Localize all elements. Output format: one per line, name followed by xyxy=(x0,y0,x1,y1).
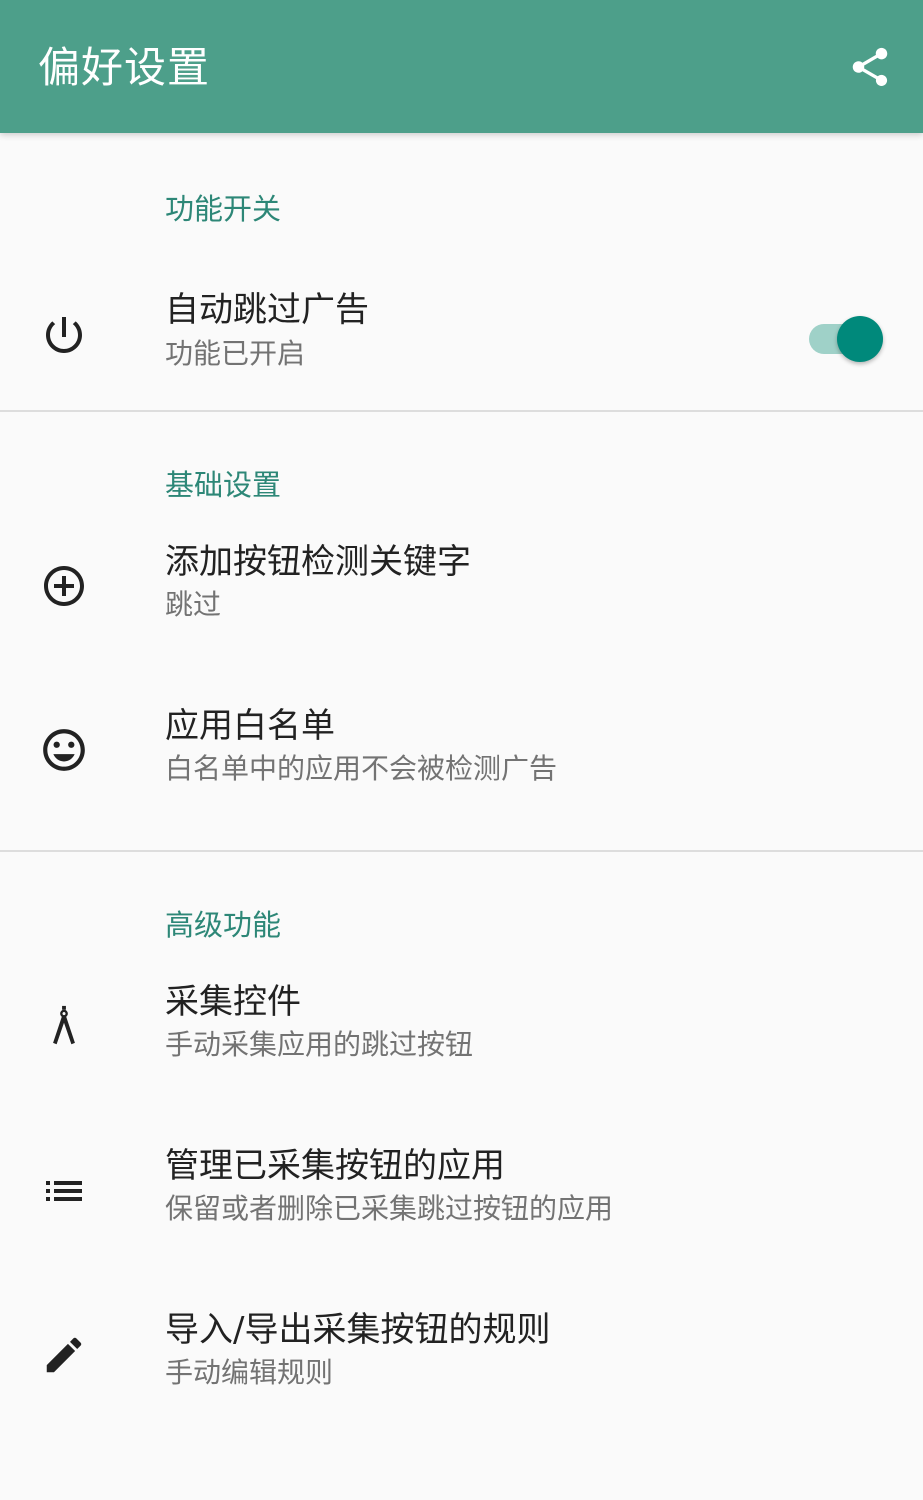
category-header: 高级功能 xyxy=(165,908,282,942)
pref-summary: 功能已开启 xyxy=(165,337,306,370)
app-toolbar: 偏好设置 xyxy=(0,0,923,133)
compass-icon xyxy=(38,1001,90,1053)
pref-title: 应用白名单 xyxy=(165,706,335,746)
pref-collect-widgets[interactable]: 采集控件 手动采集应用的跳过按钮 xyxy=(0,982,923,1156)
category-advanced: 高级功能 xyxy=(0,852,923,992)
page-title: 偏好设置 xyxy=(38,43,211,92)
category-basic-settings: 基础设置 xyxy=(0,412,923,552)
category-header: 功能开关 xyxy=(165,192,282,226)
pref-title: 管理已采集按钮的应用 xyxy=(165,1146,505,1186)
add-circle-icon xyxy=(38,560,90,612)
pref-whitelist[interactable]: 应用白名单 白名单中的应用不会被检测广告 xyxy=(0,706,923,850)
pref-title: 自动跳过广告 xyxy=(165,290,369,330)
category-header: 基础设置 xyxy=(165,468,282,502)
share-icon xyxy=(852,47,888,87)
pref-summary: 保留或者删除已采集跳过按钮的应用 xyxy=(165,1192,614,1225)
switch-thumb xyxy=(837,316,883,362)
category-feature-switch: 功能开关 xyxy=(0,133,923,281)
pref-add-keyword[interactable]: 添加按钮检测关键字 跳过 xyxy=(0,542,923,716)
pencil-icon xyxy=(38,1329,90,1381)
pref-import-export-rules[interactable]: 导入/导出采集按钮的规则 手动编辑规则 xyxy=(0,1310,923,1484)
power-icon xyxy=(38,309,90,361)
pref-summary: 白名单中的应用不会被检测广告 xyxy=(165,752,558,785)
auto-skip-toggle[interactable] xyxy=(807,314,883,364)
smiley-icon xyxy=(38,724,90,776)
pref-title: 添加按钮检测关键字 xyxy=(165,542,471,582)
pref-summary: 手动采集应用的跳过按钮 xyxy=(165,1028,474,1061)
pref-title: 导入/导出采集按钮的规则 xyxy=(165,1310,551,1350)
list-icon xyxy=(38,1165,90,1217)
pref-manage-apps[interactable]: 管理已采集按钮的应用 保留或者删除已采集跳过按钮的应用 xyxy=(0,1146,923,1320)
share-button[interactable] xyxy=(839,36,901,98)
pref-summary: 手动编辑规则 xyxy=(165,1356,334,1389)
pref-auto-skip-ads[interactable]: 自动跳过广告 功能已开启 xyxy=(0,281,923,410)
pref-summary: 跳过 xyxy=(165,588,222,621)
preferences-screen: 偏好设置 功能开关 自动跳过广告 功能已开启 基础设置 添加按钮检测关键字 跳过… xyxy=(0,0,923,1500)
pref-title: 采集控件 xyxy=(165,982,301,1022)
